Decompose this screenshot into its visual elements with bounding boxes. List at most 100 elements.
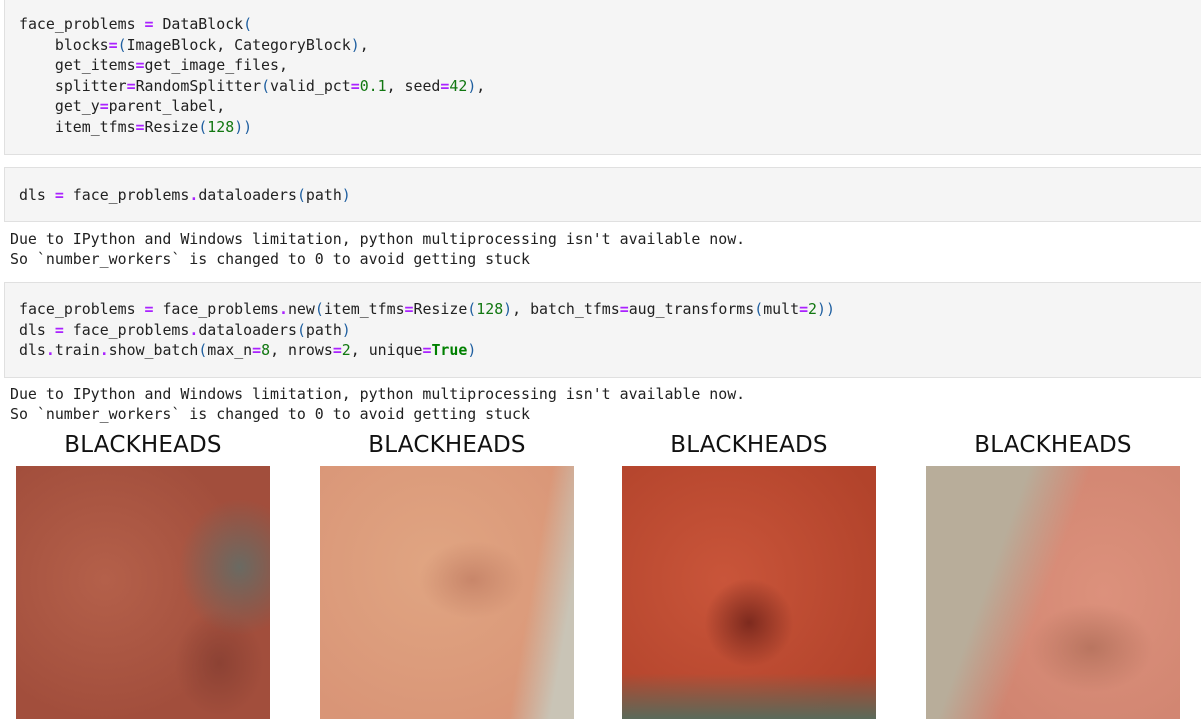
code-operator: . <box>279 300 288 318</box>
code-text: valid_pct <box>270 76 351 95</box>
code-text: face_problems <box>63 320 190 339</box>
code-text: path <box>305 320 342 339</box>
code-bracket: ( <box>467 300 477 318</box>
code-text: new <box>287 300 315 318</box>
code-operator: = <box>252 341 262 359</box>
code-text: , <box>359 35 369 54</box>
code-text: dls <box>19 320 55 339</box>
code-bracket: )) <box>817 300 835 318</box>
code-bracket: ( <box>198 341 208 359</box>
code-cell-dataloaders[interactable]: dls = face_problems.dataloaders(path) <box>4 167 1201 222</box>
code-bracket: ( <box>314 300 324 318</box>
code-cell-datablock[interactable]: face_problems = DataBlock( blocks=(Image… <box>4 0 1201 155</box>
code-operator: = <box>135 56 145 74</box>
code-text: face_problems <box>19 15 145 33</box>
code-line: get_items=get_image_files, <box>19 56 288 74</box>
code-bracket: ( <box>261 76 271 95</box>
code-line: get_y=parent_label, <box>19 97 225 115</box>
code-text: get_image_files, <box>144 56 288 74</box>
code-text: item_tfms <box>323 300 405 318</box>
code-number: 42 <box>449 76 468 95</box>
skin-photo <box>622 466 876 719</box>
code-text: aug_transforms <box>628 300 755 318</box>
code-bracket: ( <box>296 320 306 339</box>
code-text: mult <box>763 300 800 318</box>
code-text: , <box>476 76 486 95</box>
code-text: dataloaders <box>198 320 297 339</box>
code-bracket: ) <box>467 341 477 359</box>
code-operator: = <box>99 97 109 115</box>
code-text: , unique <box>350 341 423 359</box>
cell-output-warning: Due to IPython and Windows limitation, p… <box>10 229 745 269</box>
code-text: , batch_tfms <box>512 300 620 318</box>
code-operator: = <box>126 76 136 95</box>
code-operator: = <box>799 300 809 318</box>
code-bracket: ( <box>198 117 208 136</box>
code-operator: = <box>404 300 414 318</box>
code-operator: = <box>54 186 64 204</box>
code-operator: = <box>108 35 118 54</box>
output-line: Due to IPython and Windows limitation, p… <box>10 230 746 248</box>
code-operator: . <box>189 320 199 339</box>
code-editor[interactable]: dls = face_problems.dataloaders(path) <box>19 185 351 206</box>
code-bracket: ( <box>296 186 306 204</box>
code-text: DataBlock <box>153 15 244 33</box>
output-line: So `number_workers` is changed to 0 to a… <box>10 250 530 268</box>
code-bracket: ) <box>341 186 351 204</box>
code-operator: = <box>135 117 145 136</box>
code-text: show_batch <box>108 341 199 359</box>
code-bracket: ) <box>467 76 477 95</box>
code-text: blocks <box>19 35 109 54</box>
code-operator: . <box>189 186 199 204</box>
code-number: 2 <box>341 341 351 359</box>
code-operator: . <box>45 341 55 359</box>
code-operator: = <box>332 341 342 359</box>
code-operator: . <box>99 341 109 359</box>
code-text: get_y <box>19 97 100 115</box>
code-text: Resize <box>144 117 199 136</box>
code-number: 128 <box>476 300 504 318</box>
code-editor[interactable]: face_problems = face_problems.new(item_t… <box>19 299 835 361</box>
code-text: Resize <box>413 300 468 318</box>
code-bracket: ( <box>117 35 127 54</box>
image-label: BLACKHEADS <box>974 432 1132 458</box>
code-operator: = <box>54 320 64 339</box>
code-line: face_problems = face_problems.new(item_t… <box>19 300 835 318</box>
code-text: parent_label, <box>108 97 226 115</box>
output-line: So `number_workers` is changed to 0 to a… <box>10 405 530 423</box>
skin-photo <box>320 466 574 719</box>
code-number: 8 <box>261 341 271 359</box>
code-text: get_items <box>19 56 136 74</box>
code-bracket: )) <box>234 117 253 136</box>
code-text: face_problems <box>19 300 145 318</box>
code-text: , nrows <box>270 341 333 359</box>
code-line: dls = face_problems.dataloaders(path) <box>19 186 351 204</box>
code-line: dls = face_problems.dataloaders(path) <box>19 321 351 339</box>
code-line: dls.train.show_batch(max_n=8, nrows=2, u… <box>19 341 476 359</box>
code-number: 0.1 <box>359 76 387 95</box>
code-editor[interactable]: face_problems = DataBlock( blocks=(Image… <box>19 14 485 137</box>
code-text: RandomSplitter <box>135 76 262 95</box>
code-text: max_n <box>207 341 253 359</box>
image-label: BLACKHEADS <box>670 432 828 458</box>
image-label: BLACKHEADS <box>64 432 222 458</box>
code-text: dls <box>19 186 55 204</box>
code-number: 128 <box>207 117 235 136</box>
cell-output-warning: Due to IPython and Windows limitation, p… <box>10 384 745 424</box>
skin-photo <box>926 466 1180 719</box>
code-text: face_problems <box>63 186 190 204</box>
code-number: 2 <box>808 300 817 318</box>
code-text: train <box>54 341 100 359</box>
code-bracket: ( <box>243 15 253 33</box>
code-text: , seed <box>386 76 441 95</box>
code-line: blocks=(ImageBlock, CategoryBlock), <box>19 36 369 54</box>
code-line: splitter=RandomSplitter(valid_pct=0.1, s… <box>19 77 485 95</box>
code-text: face_problems <box>153 300 279 318</box>
code-operator: = <box>619 300 629 318</box>
code-text: dls <box>19 341 46 359</box>
code-text: path <box>305 186 342 204</box>
image-label: BLACKHEADS <box>368 432 526 458</box>
code-bracket: ( <box>754 300 764 318</box>
skin-photo <box>16 466 270 719</box>
code-cell-show-batch[interactable]: face_problems = face_problems.new(item_t… <box>4 282 1201 378</box>
